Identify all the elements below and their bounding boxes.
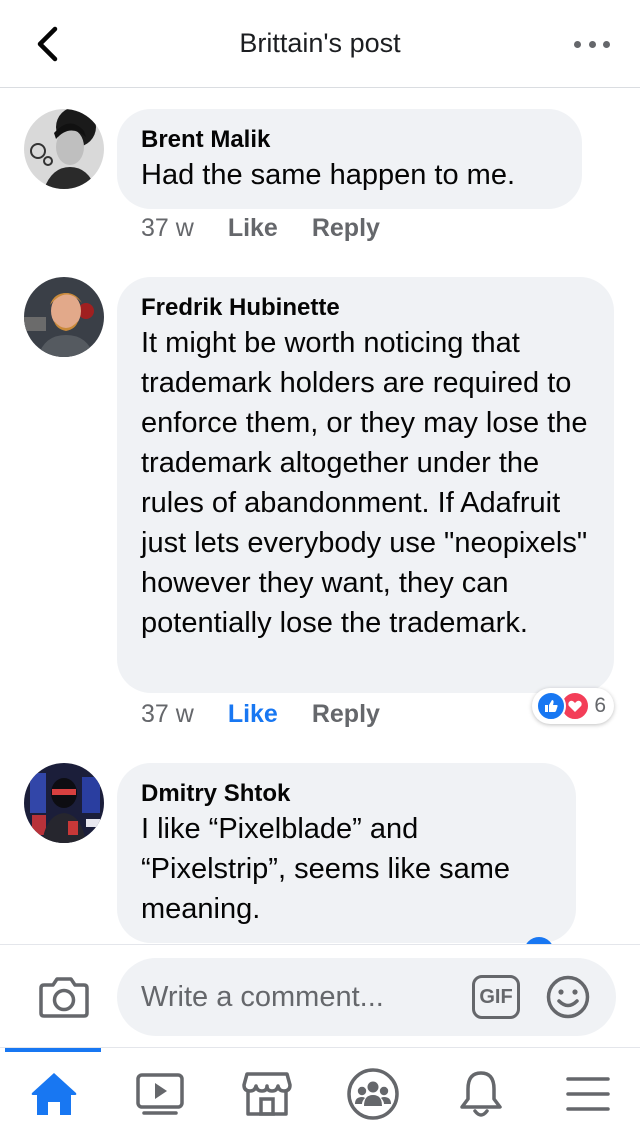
page-title: Brittain's post [239,28,401,58]
comment-bubble[interactable]: Fredrik Hubinette It might be worth noti… [117,277,614,693]
tab-marketplace[interactable] [235,1064,299,1124]
avatar-image [24,277,104,357]
comment-bubble[interactable]: Brent Malik Had the same happen to me. [117,109,582,209]
active-tab-indicator [5,1048,101,1052]
comment-meta: 37 w Like Reply [141,700,380,729]
emoji-button[interactable] [546,975,590,1019]
reaction-count: 6 [594,694,606,717]
tab-notifications[interactable] [449,1064,513,1124]
comment-time[interactable]: 37 w [141,700,194,729]
more-horizontal-icon [574,40,581,48]
reply-button[interactable]: Reply [312,214,380,243]
like-reaction-icon [536,691,567,721]
more-options-button[interactable] [574,34,610,54]
comment-text: Had the same happen to me. [141,159,516,191]
avatar[interactable] [24,109,104,189]
home-icon [31,1073,77,1115]
comment-input-container: GIF [117,958,616,1036]
more-dot [603,40,610,48]
like-button[interactable]: Like [228,700,278,729]
comment-text: It might be worth noticing that trademar… [141,327,588,639]
camera-button[interactable] [38,975,90,1019]
comment-time[interactable]: 37 w [141,214,194,243]
comment-bubble[interactable]: Dmitry Shtok I like “Pixelblade” and “Pi… [117,763,576,943]
comment-composer: GIF [0,944,640,1047]
avatar-image [24,763,104,843]
camera-icon [39,977,89,1018]
comment-author[interactable]: Dmitry Shtok [141,779,552,809]
tab-watch[interactable] [128,1064,192,1124]
comment-author[interactable]: Brent Malik [141,125,558,155]
avatar[interactable] [24,277,104,357]
avatar[interactable] [24,763,104,843]
reaction-badge-partial [524,937,554,944]
top-bar: Brittain's post [0,0,640,88]
bell-icon [460,1071,502,1117]
gif-button[interactable]: GIF [472,975,520,1019]
comment-author[interactable]: Fredrik Hubinette [141,293,590,323]
avatar-image [24,109,104,189]
comment-text: I like “Pixelblade” and “Pixelstrip”, se… [141,813,511,925]
video-icon [136,1073,184,1115]
hamburger-menu-icon [566,1077,610,1111]
smiley-icon [546,975,590,1019]
comment-meta: 37 w Like Reply [141,214,380,243]
tab-home[interactable] [22,1064,86,1124]
like-button[interactable]: Like [228,214,278,243]
marketplace-icon [242,1072,292,1116]
reply-button[interactable]: Reply [312,700,380,729]
groups-icon [347,1068,399,1120]
comment-input[interactable] [141,958,461,1036]
tab-groups[interactable] [341,1064,405,1124]
tab-menu[interactable] [556,1064,620,1124]
reactions-summary[interactable]: 6 [532,688,614,724]
more-dot [588,40,596,48]
bottom-tab-bar [0,1047,640,1136]
